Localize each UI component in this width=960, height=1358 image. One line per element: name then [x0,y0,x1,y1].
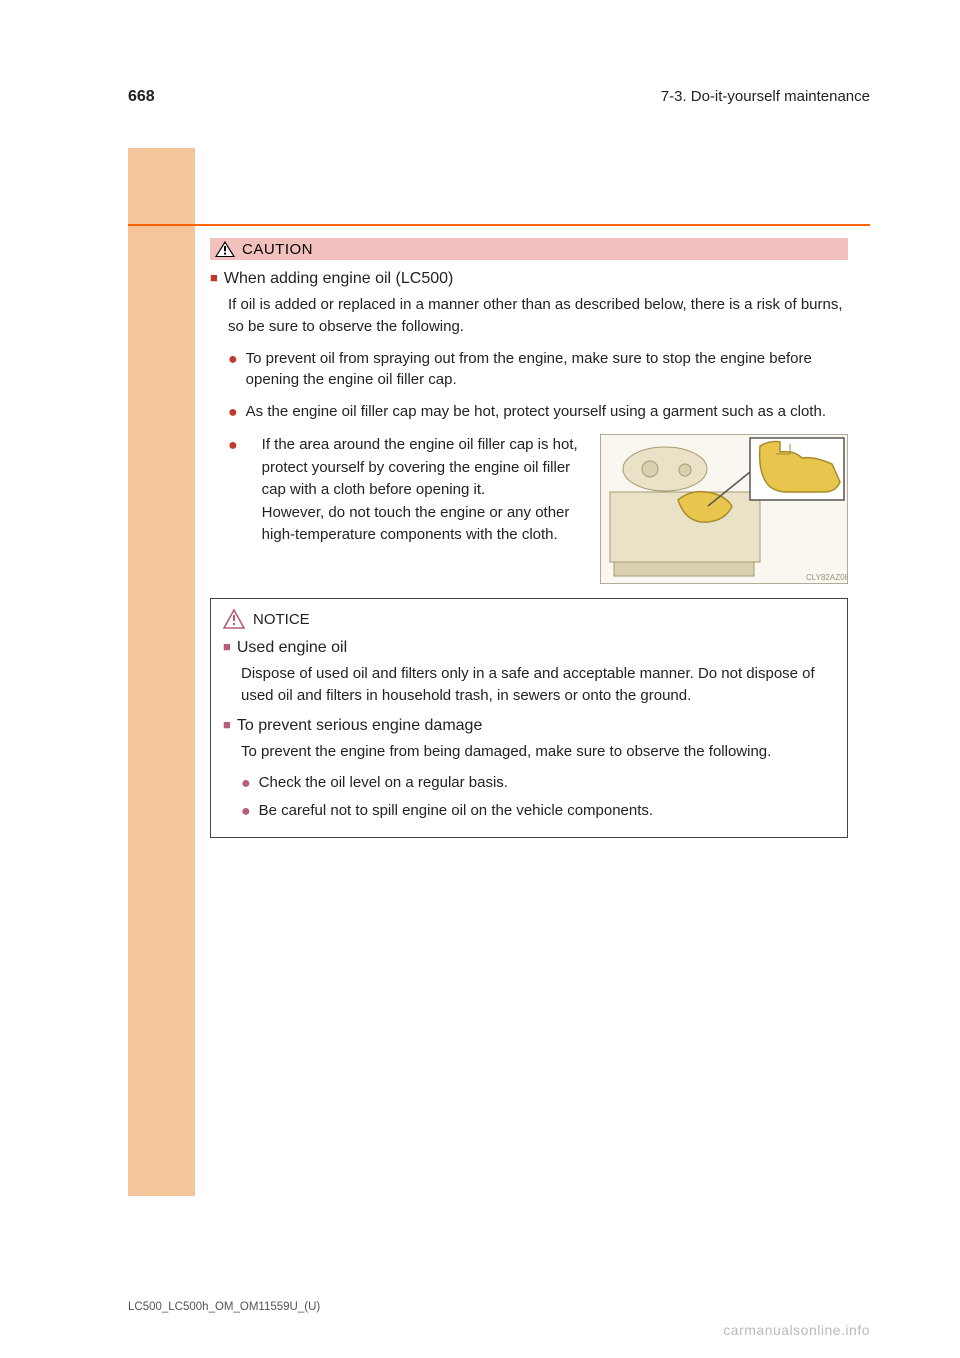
notice-topic-1-title: Used engine oil [237,639,347,656]
caution-header: CAUTION [210,238,848,260]
notice-header: NOTICE [223,609,835,629]
caution-bullet-1: ● To prevent oil from spraying out from … [228,348,848,392]
topic-marker-icon: ■ [223,717,231,732]
notice-topic-2: ■ To prevent serious engine damage [223,717,835,735]
topic-marker-icon: ■ [223,639,231,654]
bullet-dot-icon: ● [228,434,238,457]
bullet-text-cont: However, do not touch the engine or any … [262,504,570,544]
bullet-dot-icon: ● [241,800,251,823]
caution-label: CAUTION [242,241,313,258]
bullet-dot-icon: ● [228,401,238,424]
caution-intro: If oil is added or replaced in a manner … [228,294,848,338]
bullet-dot-icon: ● [241,772,251,795]
notice-label: NOTICE [253,611,310,628]
content-area: CAUTION ■When adding engine oil (LC500) … [210,238,848,838]
caution-bullet-3-with-figure: ● If the area around the engine oil fill… [228,434,848,584]
notice-topic-2-title: To prevent serious engine damage [237,717,483,734]
page-header: 668 7-3. Do-it-yourself maintenance [128,88,870,106]
notice-topic-1-body: Dispose of used oil and filters only in … [241,663,835,707]
footer-doc-id: LC500_LC500h_OM_OM11559U_(U) [128,1301,320,1313]
engine-oil-cap-illustration: CLY82AZ081 [600,434,848,584]
topic-marker-icon: ■ [210,270,218,285]
bullet-dot-icon: ● [228,348,238,392]
page-root: 668 7-3. Do-it-yourself maintenance CAUT… [0,0,960,1358]
topic-title-text: When adding engine oil (LC500) [224,270,453,287]
bullet-text: To prevent oil from spraying out from th… [246,348,848,392]
bullet-text: Check the oil level on a regular basis. [259,772,835,795]
caution-bullet-2: ● As the engine oil filler cap may be ho… [228,401,848,424]
header-rule [128,224,870,226]
notice-triangle-icon [223,609,245,629]
notice-bullet-1: ● Check the oil level on a regular basis… [241,772,835,795]
bullet-text-main: If the area around the engine oil filler… [262,436,578,498]
bullet-text-wrap: If the area around the engine oil filler… [262,434,584,547]
section-tab-sidebar [128,148,195,1196]
notice-topic-2-intro: To prevent the engine from being damaged… [241,741,835,763]
notice-bullet-2: ● Be careful not to spill engine oil on … [241,800,835,823]
section-label: 7-3. Do-it-yourself maintenance [661,88,870,106]
watermark-text: carmanualsonline.info [723,1322,870,1338]
svg-text:CLY82AZ081: CLY82AZ081 [806,573,848,582]
caution-topic-title: ■ When adding engine oil (LC500) [210,270,848,288]
notice-box: NOTICE ■ Used engine oil Dispose of used … [210,598,848,838]
caution-triangle-icon [214,240,236,258]
notice-topic-1: ■ Used engine oil [223,639,835,657]
page-number: 668 [128,88,155,106]
bullet-text: As the engine oil filler cap may be hot,… [246,401,848,424]
bullet-text: Be careful not to spill engine oil on th… [259,800,835,823]
